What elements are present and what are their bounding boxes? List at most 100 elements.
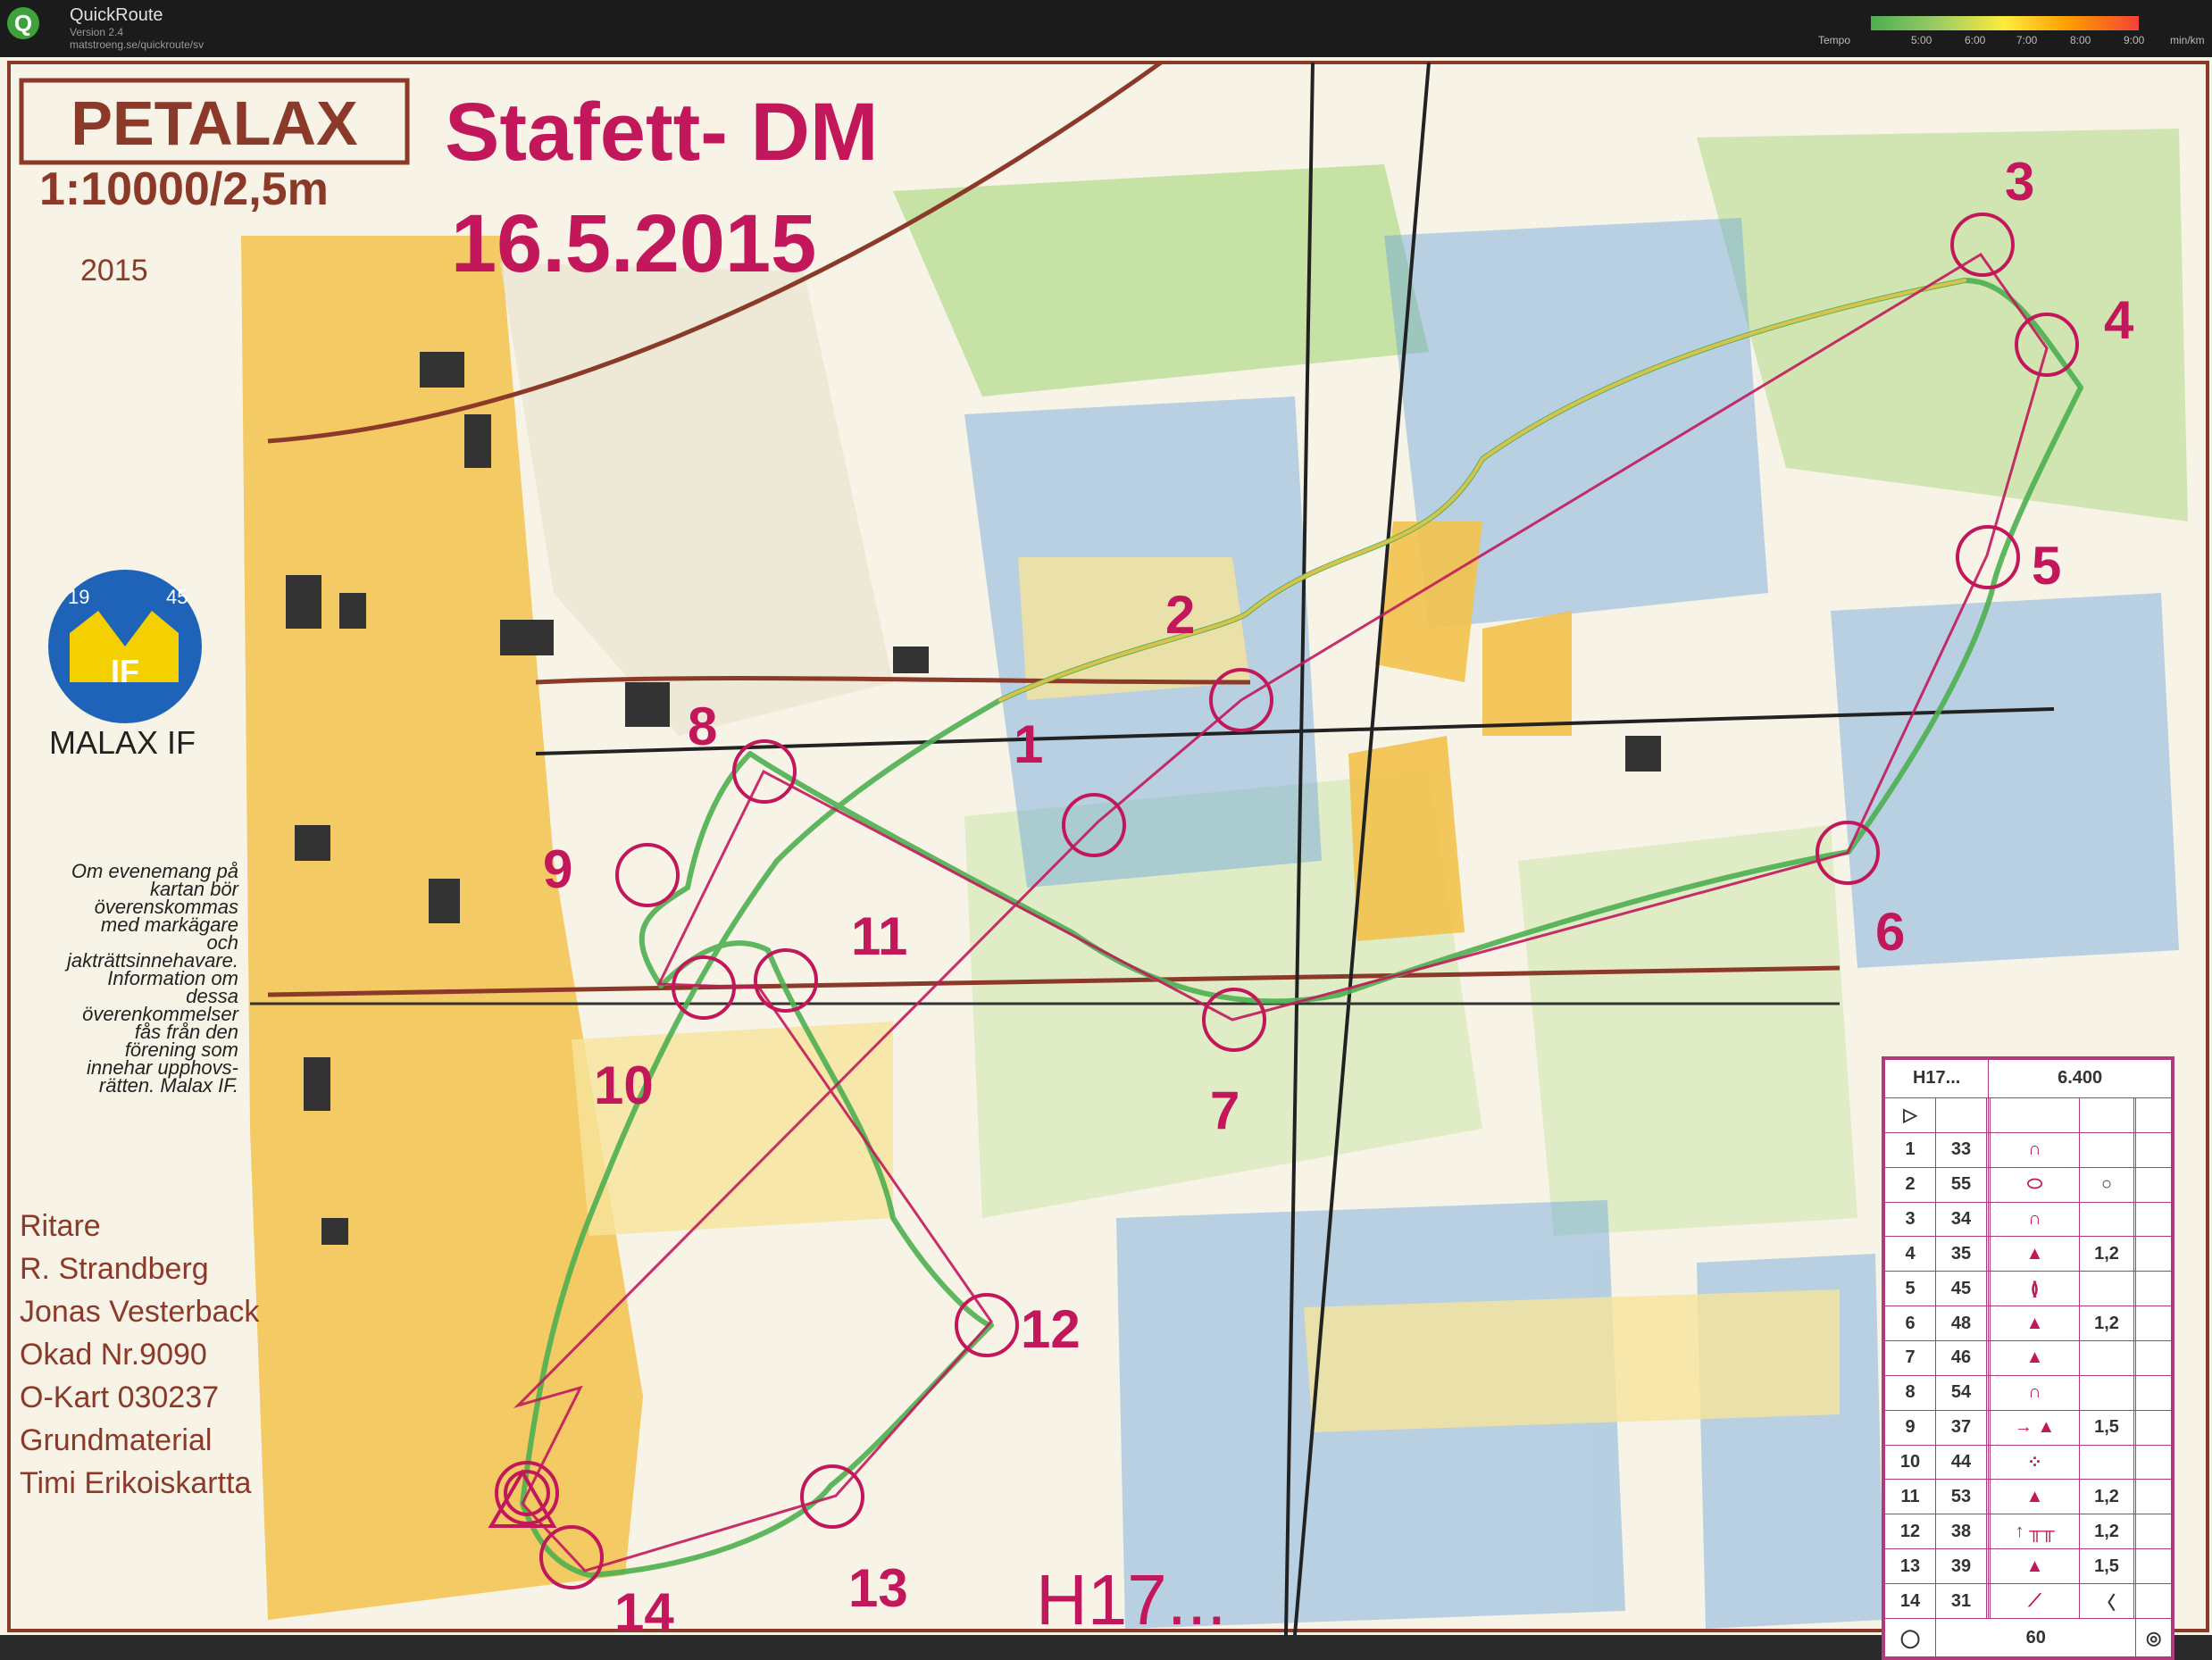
desc-control-number: 12 [1883,1514,1937,1550]
desc-control-number: 5 [1883,1271,1937,1307]
desc-dimension: 1,2 [2078,1479,2135,1515]
desc-cell-h [2135,1548,2172,1584]
desc-control-number: 3 [1883,1201,1937,1238]
app-toolbar: Q QuickRoute Version 2.4 matstroeng.se/q… [0,0,2212,57]
control-number-1: 1 [1014,714,1043,774]
desc-cell-h [2135,1305,2172,1341]
copyright-notice: Om evenemang på kartan bör överenskommas me… [67,860,238,1097]
desc-dimension: 1,2 [2078,1514,2135,1550]
desc-control-code: 39 [1935,1548,1987,1584]
desc-cell-h [2135,1444,2172,1481]
control-number-8: 8 [688,697,717,756]
desc-dimension: 1,2 [2078,1236,2135,1272]
desc-row: 9 37 → ▲ 1,5 [1883,1409,2172,1446]
desc-control-code: 34 [1935,1201,1987,1238]
control-description-sheet: H17... 6.400 ▷ 1 33 ∩ 2 55 ⬭ ○ 3 34 ∩ 4 35 ▲ 1,2 5 45 ≬ 6… [1882,1056,2174,1660]
map-credits: Ritare R. Strandberg Jonas Vesterback Okad … [20,1209,260,1500]
desc-control-code: 35 [1935,1236,1987,1272]
desc-dimension [2078,1131,2135,1168]
control-number-6: 6 [1875,902,1905,962]
map-scale: 1:10000/2,5m [39,163,329,215]
club-name: PETALAX [71,88,358,158]
app-url[interactable]: matstroeng.se/quickroute/sv [70,38,204,51]
desc-feature: ⁘ [1990,1444,2080,1481]
event-date: 16.5.2015 [451,198,816,289]
desc-feature: ⬭ [1990,1166,2080,1203]
svg-text:IF: IF [111,653,139,689]
desc-row: 5 45 ≬ [1883,1271,2172,1307]
app-version: Version 2.4 [70,26,124,38]
desc-feature: → ▲ [1990,1409,2080,1446]
desc-control-number: 9 [1883,1409,1937,1446]
desc-control-code: 38 [1935,1514,1987,1550]
control-number-12: 12 [1021,1299,1081,1359]
control-number-13: 13 [848,1558,908,1618]
desc-feature: ▲ [1990,1548,2080,1584]
desc-row: 11 53 ▲ 1,2 [1883,1479,2172,1515]
svg-text:19: 19 [68,586,89,608]
desc-cell-h [2135,1166,2172,1203]
desc-control-code: 54 [1935,1374,1987,1411]
desc-control-number: 11 [1883,1479,1937,1515]
desc-row: 2 55 ⬭ ○ [1883,1166,2172,1203]
map-canvas[interactable]: PETALAX 1:10000/2,5m 2015 Stafett- DM 16… [0,57,2212,1642]
desc-control-number: 10 [1883,1444,1937,1481]
desc-dimension [2078,1444,2135,1481]
desc-feature: ∩ [1990,1131,2080,1168]
desc-dimension [2078,1374,2135,1411]
desc-class: H17... [1883,1059,1990,1098]
desc-control-code: 48 [1935,1305,1987,1341]
desc-cell-h [2135,1479,2172,1515]
desc-control-code: 37 [1935,1409,1987,1446]
app-name: QuickRoute [70,5,163,25]
desc-dimension [2078,1339,2135,1376]
desc-control-code: 33 [1935,1131,1987,1168]
control-number-2: 2 [1165,585,1195,645]
desc-dimension [2078,1201,2135,1238]
desc-row: 3 34 ∩ [1883,1201,2172,1238]
desc-control-code: 46 [1935,1339,1987,1376]
desc-control-number: 14 [1883,1582,1937,1620]
map-year: 2015 [80,254,148,288]
desc-row: 12 38 ↑ ╥╥ 1,2 [1883,1514,2172,1550]
desc-dimension: 1,5 [2078,1548,2135,1584]
desc-control-code: 55 [1935,1166,1987,1203]
desc-feature: ▲ [1990,1479,2080,1515]
desc-feature: ▲ [1990,1305,2080,1341]
desc-dimension: 1,2 [2078,1305,2135,1341]
desc-feature: ∩ [1990,1201,2080,1238]
control-number-14: 14 [614,1582,674,1635]
desc-control-code: 44 [1935,1444,1987,1481]
tempo-label: Tempo [1818,34,1851,46]
desc-control-code: 53 [1935,1479,1987,1515]
desc-control-code: 31 [1935,1582,1987,1620]
desc-cell-h [2135,1582,2172,1620]
desc-feature: ▲ [1990,1339,2080,1376]
control-number-11: 11 [851,906,907,966]
desc-start-icon: ▷ [1883,1097,1937,1133]
desc-feature: ≬ [1990,1271,2080,1307]
desc-control-code: 45 [1935,1271,1987,1307]
desc-dimension: ○ [2078,1166,2135,1203]
tempo-tick: 7:00 [2016,34,2038,46]
control-number-4: 4 [2104,290,2134,350]
control-number-5: 5 [2032,536,2061,596]
desc-row: 6 48 ▲ 1,2 [1883,1305,2172,1341]
desc-control-number: 8 [1883,1374,1937,1411]
desc-control-number: 2 [1883,1166,1937,1203]
desc-cell-h [2135,1201,2172,1238]
control-number-7: 7 [1210,1080,1240,1140]
tempo-tick: 6:00 [1965,34,1986,46]
desc-row: 1 33 ∩ [1883,1131,2172,1168]
tempo-tick: 9:00 [2124,34,2145,46]
desc-row: 8 54 ∩ [1883,1374,2172,1411]
desc-control-number: 1 [1883,1131,1937,1168]
svg-text:45: 45 [166,586,188,608]
desc-control-number: 7 [1883,1339,1937,1376]
desc-feature: ▲ [1990,1236,2080,1272]
orienteering-map[interactable]: PETALAX 1:10000/2,5m 2015 Stafett- DM 16… [0,57,2212,1660]
desc-cell-h [2135,1374,2172,1411]
tempo-color-scale [1871,16,2139,30]
tempo-unit: min/km [2170,34,2205,46]
control-number-3: 3 [2005,152,2034,212]
